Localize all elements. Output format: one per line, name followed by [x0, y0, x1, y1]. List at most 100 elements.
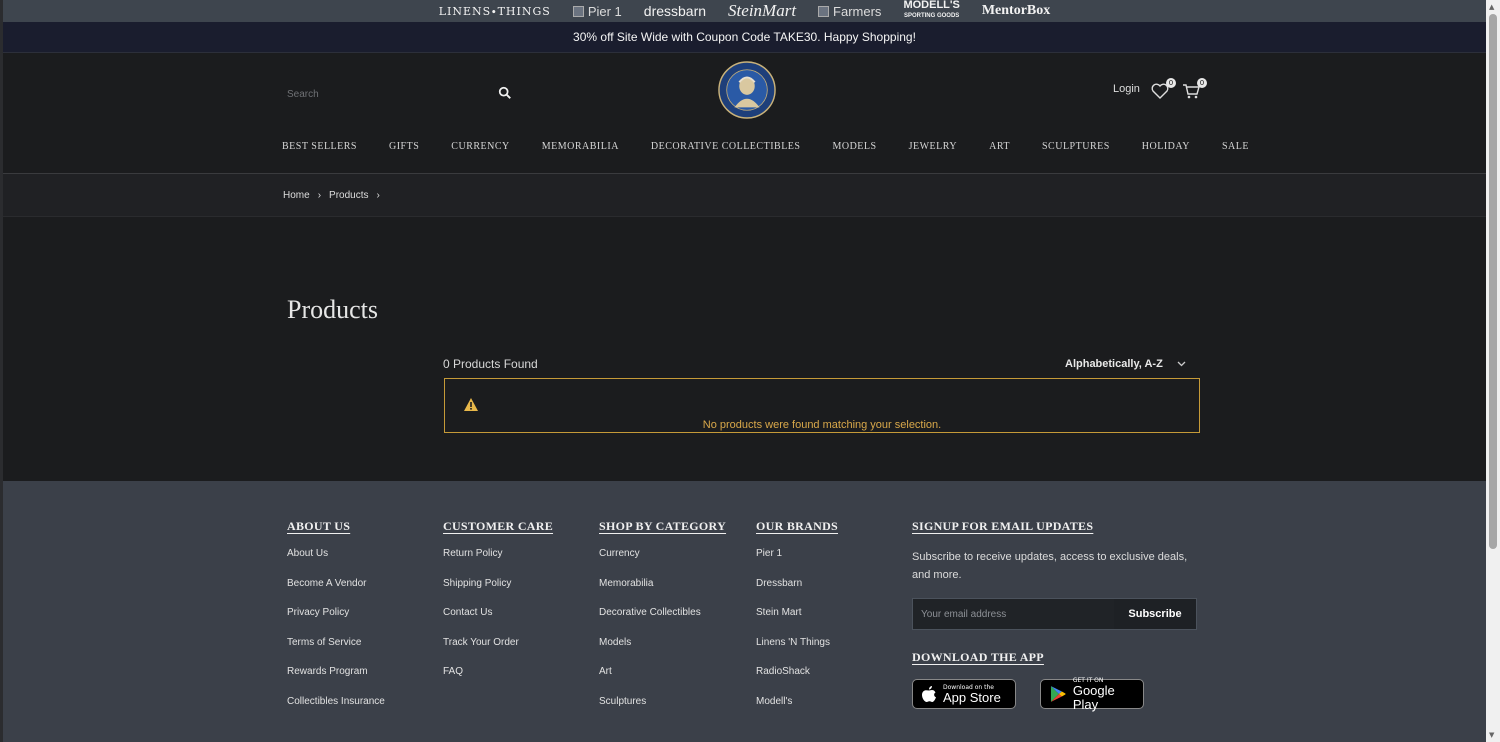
page-scrollbar[interactable]: ▲ ▼ [1486, 0, 1500, 742]
footer-link[interactable]: Memorabilia [599, 578, 726, 589]
sort-dropdown[interactable]: Alphabetically, A-Z [1065, 358, 1186, 370]
brand-bar: LINENS∙THINGS Pier 1 dressbarn SteinMart… [3, 0, 1486, 22]
footer-brands-column: OUR BRANDS Pier 1 Dressbarn Stein Mart L… [756, 519, 838, 725]
app-store-button[interactable]: Download on the App Store [912, 679, 1016, 709]
footer-link[interactable]: Terms of Service [287, 637, 385, 648]
modells-name: MODELL'S [903, 0, 960, 11]
promo-banner: 30% off Site Wide with Coupon Code TAKE3… [3, 22, 1486, 53]
app-store-big-text: App Store [943, 689, 1001, 705]
chevron-right-icon: › [376, 189, 380, 201]
footer-link[interactable]: Privacy Policy [287, 607, 385, 618]
google-play-icon [1050, 686, 1066, 702]
app-badges: Download on the App Store GET IT ON Google… [912, 677, 1202, 712]
chevron-right-icon: › [317, 189, 322, 201]
subscribe-button[interactable]: Subscribe [1114, 599, 1196, 629]
google-play-button[interactable]: GET IT ON Google Play [1040, 677, 1144, 712]
footer-category-column: SHOP BY CATEGORY Currency Memorabilia De… [599, 519, 726, 725]
footer-link[interactable]: Sculptures [599, 696, 726, 707]
google-play-label: GET IT ON Google Play [1073, 677, 1143, 712]
empty-results-alert: No products were found matching your sel… [444, 378, 1200, 433]
login-link[interactable]: Login [1113, 83, 1140, 95]
app-store-label: Download on the App Store [943, 684, 1001, 705]
brand-pier1-label: Pier 1 [587, 3, 622, 19]
nav-memorabilia[interactable]: MEMORABILIA [542, 141, 619, 152]
page-title: Products [287, 295, 378, 324]
franklin-mint-logo[interactable] [718, 61, 776, 119]
scroll-down-arrow-icon[interactable]: ▼ [1489, 731, 1494, 739]
footer-app-title: DOWNLOAD THE APP [912, 650, 1044, 664]
footer-link[interactable]: Track Your Order [443, 637, 553, 648]
modells-sub: SPORTING GOODS [903, 13, 960, 19]
footer-link[interactable]: FAQ [443, 666, 553, 677]
wishlist-count-badge: 0 [1166, 78, 1176, 88]
apple-icon [922, 686, 936, 702]
nav-art[interactable]: ART [989, 141, 1010, 152]
brand-link-steinmart[interactable]: SteinMart [728, 1, 796, 21]
footer-link[interactable]: Stein Mart [756, 607, 838, 618]
footer-about-title: ABOUT US [287, 519, 351, 533]
browser-viewport: LINENS∙THINGS Pier 1 dressbarn SteinMart… [0, 0, 1486, 742]
brand-link-dressbarn[interactable]: dressbarn [644, 3, 706, 19]
broken-image-icon [572, 5, 584, 17]
footer-link[interactable]: Art [599, 666, 726, 677]
footer-link[interactable]: Currency [599, 548, 726, 559]
main-nav: BEST SELLERS GIFTS CURRENCY MEMORABILIA … [282, 141, 1281, 152]
footer-link[interactable]: Contact Us [443, 607, 553, 618]
footer-link[interactable]: Pier 1 [756, 548, 838, 559]
brand-link-mentorbox[interactable]: MentorBox [982, 3, 1050, 19]
chevron-down-icon [1177, 361, 1186, 367]
footer-link[interactable]: Decorative Collectibles [599, 607, 726, 618]
nav-decorative-collectibles[interactable]: DECORATIVE COLLECTIBLES [651, 141, 801, 152]
breadcrumb-products[interactable]: Products [329, 190, 368, 201]
nav-currency[interactable]: CURRENCY [451, 141, 509, 152]
empty-results-message: No products were found matching your sel… [702, 419, 942, 431]
footer-link[interactable]: Shipping Policy [443, 578, 553, 589]
footer-link[interactable]: Return Policy [443, 548, 553, 559]
brand-farmers-label: Farmers [833, 3, 882, 19]
brand-link-linens[interactable]: LINENS∙THINGS [439, 5, 551, 18]
footer-brands-title: OUR BRANDS [756, 519, 839, 533]
footer-category-title: SHOP BY CATEGORY [599, 519, 727, 533]
footer-link[interactable]: Rewards Program [287, 666, 385, 677]
scrollbar-thumb[interactable] [1489, 14, 1497, 549]
breadcrumb-home[interactable]: Home [283, 190, 310, 201]
footer-link[interactable]: Models [599, 637, 726, 648]
search-input[interactable] [285, 87, 489, 101]
newsletter-form: Subscribe [912, 598, 1197, 630]
brand-link-pier1[interactable]: Pier 1 [572, 3, 622, 19]
google-play-big-text: Google Play [1072, 682, 1115, 712]
cart-count-badge: 0 [1197, 78, 1207, 88]
footer-link[interactable]: Linens 'N Things [756, 637, 838, 648]
promo-text: 30% off Site Wide with Coupon Code TAKE3… [573, 30, 916, 44]
footer-care-column: CUSTOMER CARE Return Policy Shipping Pol… [443, 519, 553, 696]
footer-signup-column: SIGNUP FOR EMAIL UPDATES Subscribe to re… [912, 519, 1202, 712]
footer-link[interactable]: Collectibles Insurance [287, 696, 385, 707]
brand-link-modells[interactable]: MODELL'S SPORTING GOODS [903, 0, 960, 21]
product-count: 0 Products Found [443, 357, 538, 371]
nav-models[interactable]: MODELS [832, 141, 876, 152]
sort-selected-value: Alphabetically, A-Z [1065, 358, 1163, 370]
footer-signup-title: SIGNUP FOR EMAIL UPDATES [912, 519, 1094, 533]
cart-button[interactable]: 0 [1181, 78, 1207, 101]
footer-link[interactable]: About Us [287, 548, 385, 559]
nav-sale[interactable]: SALE [1222, 141, 1249, 152]
warning-icon [464, 398, 478, 411]
nav-jewelry[interactable]: JEWELRY [909, 141, 958, 152]
footer-link[interactable]: Become A Vendor [287, 578, 385, 589]
scroll-up-arrow-icon[interactable]: ▲ [1489, 3, 1494, 11]
email-field[interactable] [913, 599, 1114, 629]
wishlist-button[interactable]: 0 [1150, 78, 1176, 101]
nav-gifts[interactable]: GIFTS [389, 141, 419, 152]
footer-link[interactable]: Modell's [756, 696, 838, 707]
nav-sculptures[interactable]: SCULPTURES [1042, 141, 1110, 152]
broken-image-icon [818, 5, 830, 17]
footer-about-column: ABOUT US About Us Become A Vendor Privac… [287, 519, 385, 725]
footer-care-title: CUSTOMER CARE [443, 519, 554, 533]
footer-link[interactable]: Dressbarn [756, 578, 838, 589]
nav-best-sellers[interactable]: BEST SELLERS [282, 141, 357, 152]
brand-link-farmers[interactable]: Farmers [818, 4, 881, 19]
main-content: Products 0 Products Found Alphabetically… [3, 217, 1486, 481]
footer-link[interactable]: RadioShack [756, 666, 838, 677]
search-icon[interactable] [498, 86, 512, 100]
nav-holiday[interactable]: HOLIDAY [1142, 141, 1190, 152]
